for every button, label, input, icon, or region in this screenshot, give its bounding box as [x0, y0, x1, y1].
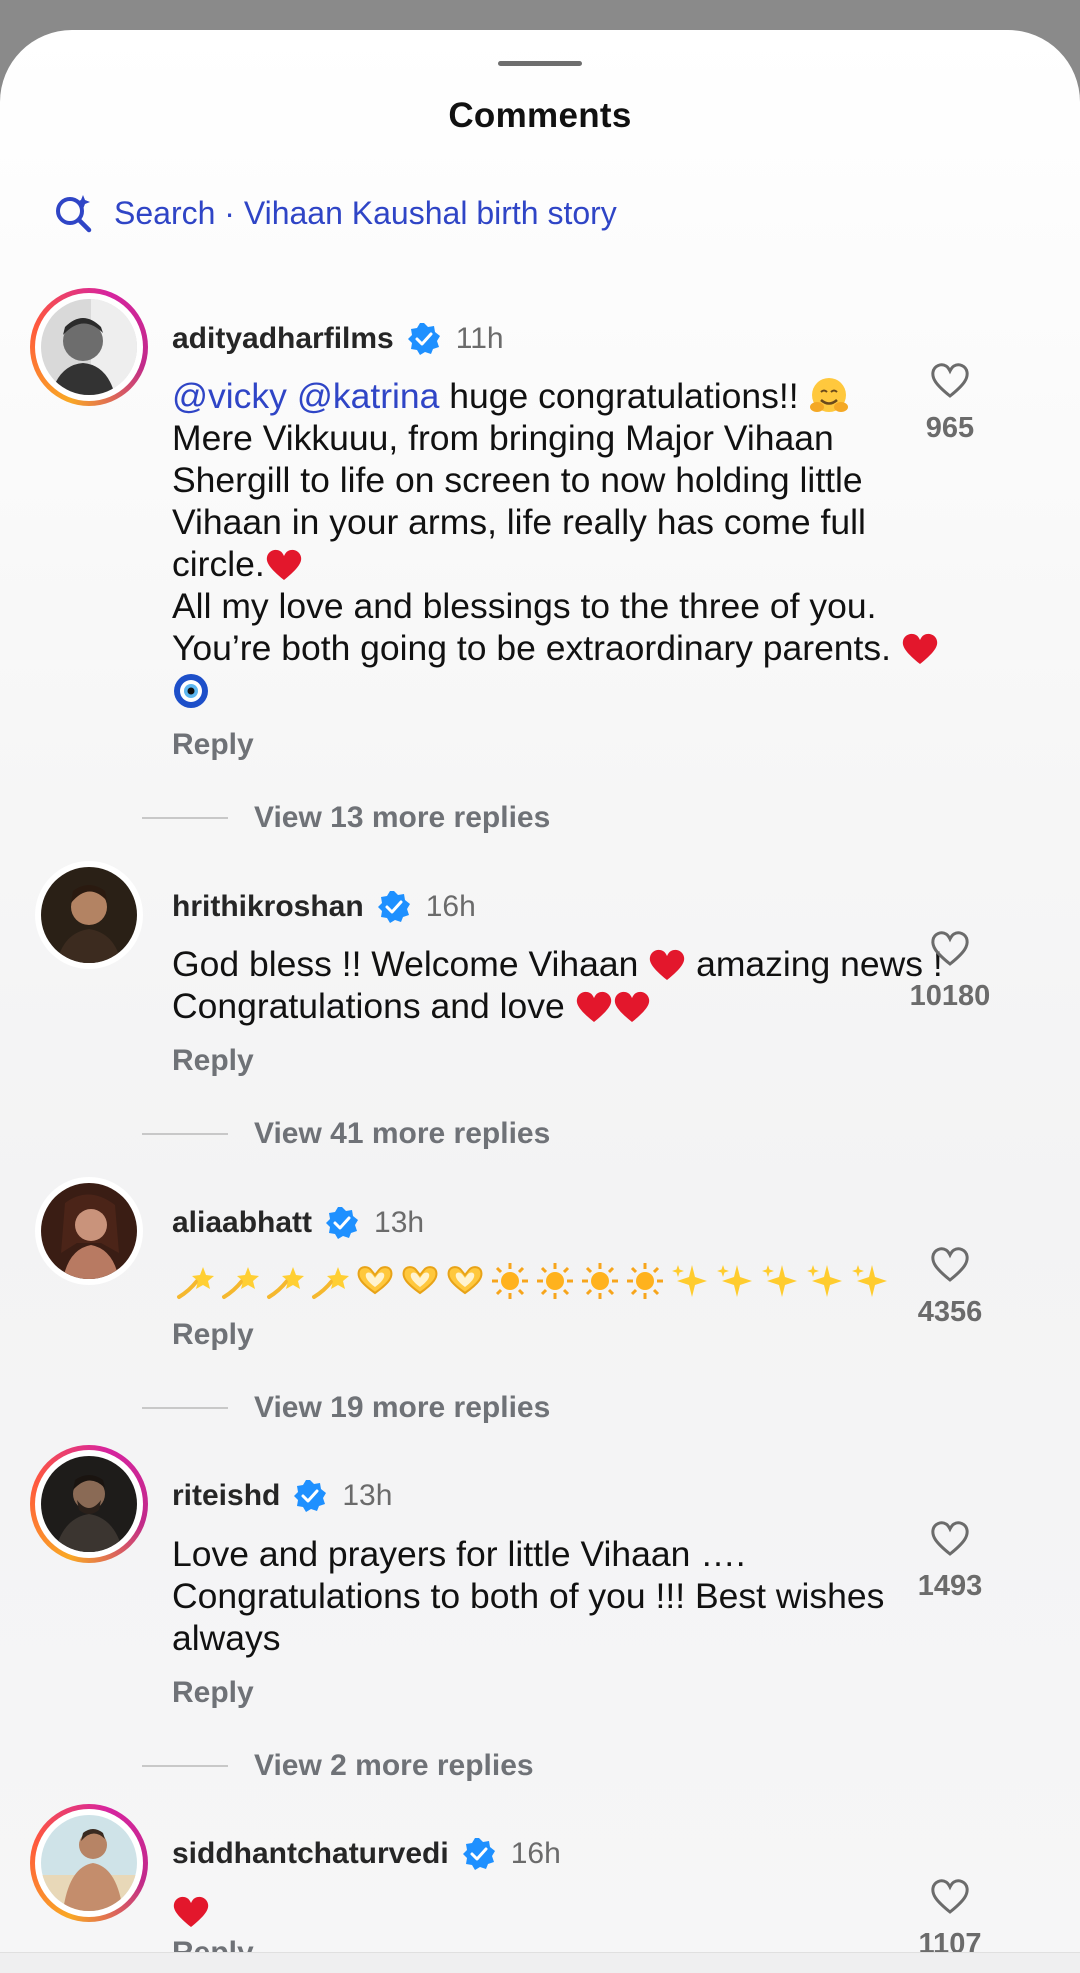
divider-line — [142, 1133, 228, 1135]
related-search-link[interactable]: Search · Vihaan Kaushal birth story — [52, 188, 617, 238]
view-replies-text: View 13 more replies — [254, 801, 551, 834]
comment-username[interactable]: aliaabhatt — [172, 1206, 312, 1240]
like-heart-icon[interactable] — [929, 1876, 971, 1916]
like-control: 1493 — [894, 1518, 1006, 1603]
search-sparkle-icon — [52, 192, 94, 234]
red-heart-emoji — [613, 990, 651, 1024]
comments-sheet: Comments Search · Vihaan Kaushal birth s… — [0, 30, 1080, 1972]
like-heart-icon[interactable] — [929, 1244, 971, 1284]
comment-time: 13h — [342, 1479, 393, 1512]
comment-text — [172, 1890, 952, 1932]
dizzy-emoji — [217, 1260, 262, 1302]
comment-time: 13h — [374, 1206, 425, 1239]
like-control: 1107 — [894, 1876, 1006, 1961]
nazar-amulet-emoji — [172, 672, 210, 710]
dizzy-emoji — [172, 1260, 217, 1302]
sparkles-emoji — [712, 1260, 757, 1302]
reply-button[interactable]: Reply — [172, 728, 254, 762]
sun-emoji — [487, 1260, 532, 1302]
view-replies-button[interactable]: View 13 more replies — [142, 798, 550, 838]
sparkles-emoji — [757, 1260, 802, 1302]
avatar-image — [41, 299, 137, 395]
search-suggestion-text: Search · Vihaan Kaushal birth story — [114, 194, 617, 231]
red-heart-emoji — [265, 548, 303, 582]
verified-badge-icon — [406, 321, 442, 357]
verified-badge-icon — [324, 1205, 360, 1241]
heart-hands-emoji — [352, 1260, 397, 1302]
comment-username[interactable]: hrithikroshan — [172, 890, 364, 924]
sun-emoji — [622, 1260, 667, 1302]
comment-emoji-text — [172, 1258, 892, 1304]
avatar[interactable] — [30, 1445, 148, 1563]
like-heart-icon[interactable] — [929, 1518, 971, 1558]
sheet-title: Comments — [448, 96, 632, 135]
mention-link[interactable]: @katrina — [297, 376, 440, 416]
sparkles-emoji — [667, 1260, 712, 1302]
red-heart-emoji — [172, 1895, 210, 1929]
reply-button[interactable]: Reply — [172, 1676, 254, 1710]
avatar[interactable] — [30, 856, 148, 974]
comment-username[interactable]: riteishd — [172, 1479, 280, 1513]
avatar[interactable] — [30, 1172, 148, 1290]
avatar-image — [41, 1815, 137, 1911]
view-replies-text: View 41 more replies — [254, 1117, 551, 1150]
hugging-face-emoji — [808, 376, 850, 416]
divider-line — [142, 1765, 228, 1767]
view-replies-text: View 2 more replies — [254, 1749, 534, 1782]
comment-text: Love and prayers for little Vihaan …. Co… — [172, 1534, 885, 1658]
avatar-image — [41, 1456, 137, 1552]
reply-button[interactable]: Reply — [172, 1044, 254, 1078]
red-heart-emoji — [575, 990, 613, 1024]
view-replies-button[interactable]: View 19 more replies — [142, 1388, 550, 1428]
like-count: 4356 — [917, 1296, 983, 1328]
view-replies-button[interactable]: View 41 more replies — [142, 1114, 550, 1154]
comment-time: 11h — [455, 322, 504, 355]
verified-badge-icon — [461, 1836, 497, 1872]
like-control: 10180 — [894, 928, 1006, 1013]
avatar-image — [41, 1183, 137, 1279]
comment-username[interactable]: adityadharfilms — [172, 322, 394, 356]
comment-text: God bless !! Welcome Vihaan amazing news… — [172, 944, 943, 1026]
sun-emoji — [577, 1260, 622, 1302]
avatar-image — [41, 867, 137, 963]
comment-username[interactable]: siddhantchaturvedi — [172, 1837, 449, 1871]
like-control: 965 — [894, 360, 1006, 445]
verified-badge-icon — [292, 1478, 328, 1514]
sparkles-emoji — [847, 1260, 892, 1302]
dizzy-emoji — [262, 1260, 307, 1302]
comment-text: @vicky @katrina huge congratulations!! M… — [172, 375, 952, 711]
view-replies-button[interactable]: View 2 more replies — [142, 1746, 534, 1786]
divider-line — [142, 1407, 228, 1409]
verified-badge-icon — [376, 889, 412, 925]
red-heart-emoji — [648, 948, 686, 982]
avatar[interactable] — [30, 1804, 148, 1922]
divider-line — [142, 817, 228, 819]
like-count: 1493 — [917, 1570, 983, 1602]
like-count: 965 — [925, 412, 975, 444]
comment-time: 16h — [510, 1837, 561, 1870]
like-heart-icon[interactable] — [929, 928, 971, 968]
heart-hands-emoji — [442, 1260, 487, 1302]
sparkles-emoji — [802, 1260, 847, 1302]
red-heart-emoji — [901, 632, 939, 666]
avatar[interactable] — [30, 288, 148, 406]
sun-emoji — [532, 1260, 577, 1302]
like-control: 4356 — [894, 1244, 1006, 1329]
mention-link[interactable]: @vicky — [172, 376, 287, 416]
comment-composer-edge — [0, 1952, 1080, 1973]
like-heart-icon[interactable] — [929, 360, 971, 400]
view-replies-text: View 19 more replies — [254, 1391, 551, 1424]
comment-time: 16h — [425, 890, 476, 923]
reply-button[interactable]: Reply — [172, 1318, 254, 1352]
like-count: 10180 — [909, 980, 991, 1012]
heart-hands-emoji — [397, 1260, 442, 1302]
drag-handle[interactable] — [498, 61, 582, 66]
dizzy-emoji — [307, 1260, 352, 1302]
